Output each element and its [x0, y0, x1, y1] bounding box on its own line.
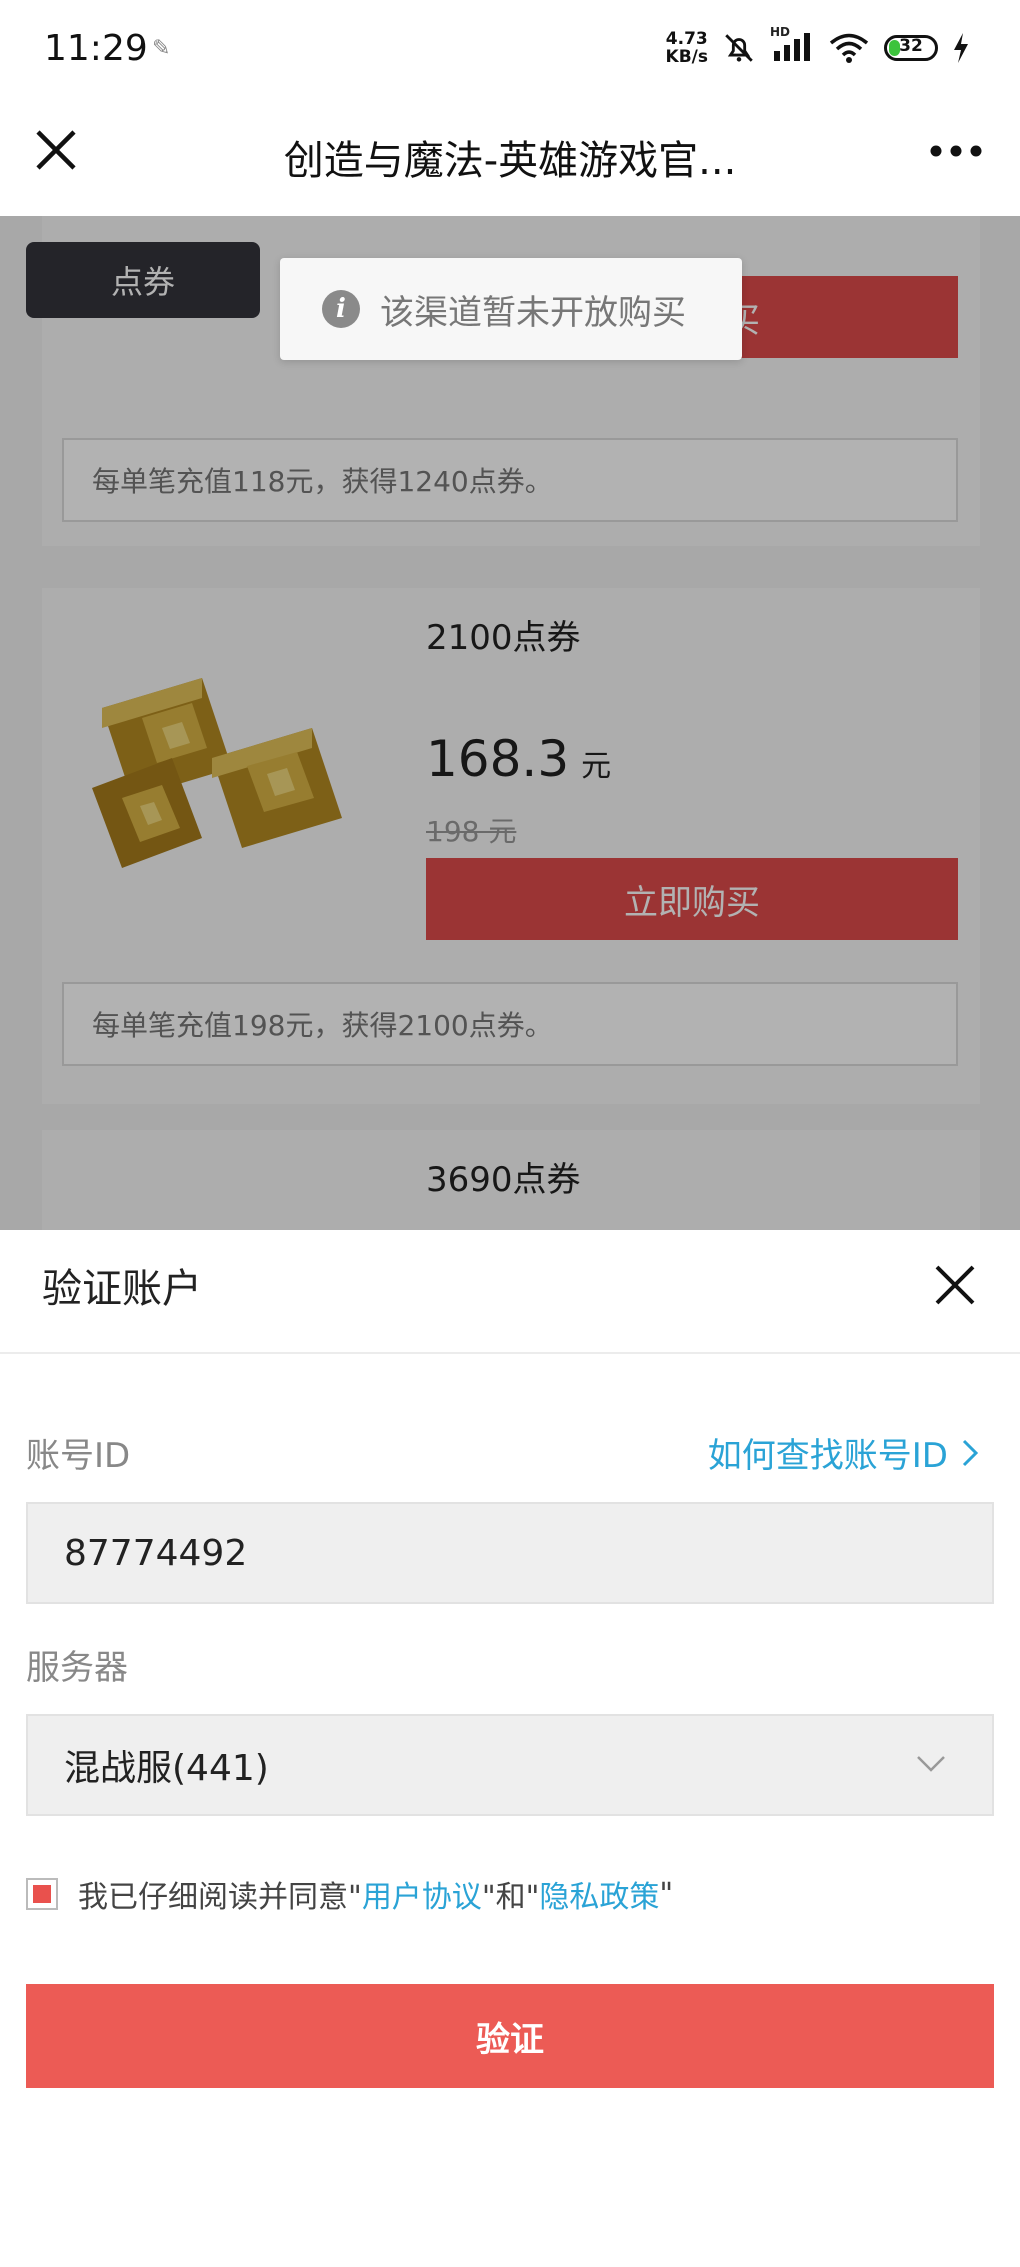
- sheet-header: 验证账户: [0, 1230, 1020, 1354]
- battery-percent: 32: [899, 36, 923, 56]
- cell-signal: HD: [770, 25, 814, 65]
- pen-icon: ✎: [152, 36, 171, 61]
- wifi-icon: [829, 33, 869, 63]
- agree-middle: "和": [481, 1880, 540, 1915]
- modal-overlay[interactable]: [0, 216, 1020, 1230]
- verify-button[interactable]: 验证: [26, 1984, 994, 2088]
- server-label: 服务器: [26, 1648, 128, 1688]
- account-id-input[interactable]: 87774492: [26, 1502, 994, 1604]
- verify-account-sheet: 验证账户 账号ID 如何查找账号ID 87774492 服务器 混战服(441)…: [0, 1230, 1020, 2267]
- sheet-title: 验证账户: [42, 1266, 202, 1312]
- agreement-row: 我已仔细阅读并同意" 用户协议 "和" 隐私政策 ": [26, 1872, 673, 1916]
- user-agreement-link[interactable]: 用户协议: [362, 1872, 482, 1916]
- account-id-label: 账号ID: [26, 1436, 131, 1476]
- title-bar: 创造与魔法-英雄游戏官...: [0, 100, 1020, 216]
- server-value: 混战服(441): [64, 1748, 269, 1789]
- toast-text: 该渠道暂未开放购买: [380, 292, 686, 333]
- battery-icon: 32: [884, 35, 938, 61]
- find-account-id-text[interactable]: 如何查找账号ID: [708, 1428, 948, 1477]
- bell-muted-icon: [725, 34, 753, 62]
- net-speed-value: 4.73: [665, 29, 708, 49]
- agree-checkbox[interactable]: [26, 1878, 58, 1910]
- toast-message: i 该渠道暂未开放购买: [280, 258, 742, 360]
- signal-hd-label: HD: [770, 25, 791, 39]
- server-select[interactable]: 混战服(441): [26, 1714, 994, 1816]
- net-speed-unit: KB/s: [665, 47, 708, 67]
- status-bar: 11:29 ✎ 4.73 KB/s HD 32: [0, 0, 1020, 100]
- find-account-id-link[interactable]: 如何查找账号ID: [708, 1428, 980, 1477]
- checkbox-checked-mark: [33, 1885, 51, 1903]
- chevron-right-icon: [962, 1439, 979, 1466]
- status-icons: 4.73 KB/s HD 32: [666, 25, 970, 66]
- page-title: 创造与魔法-英雄游戏官...: [283, 138, 737, 184]
- privacy-policy-link[interactable]: 隐私政策: [539, 1872, 659, 1916]
- more-icon[interactable]: [928, 136, 984, 166]
- network-speed: 4.73 KB/s: [666, 30, 708, 66]
- close-icon[interactable]: [930, 1260, 980, 1310]
- agree-suffix: ": [659, 1876, 674, 1912]
- store-background: 点券 立即购买 每单笔充值118元，获得1240点券。: [0, 216, 1020, 1230]
- status-time: 11:29: [44, 28, 148, 69]
- close-icon[interactable]: [32, 126, 80, 174]
- chevron-down-icon: [917, 1756, 945, 1772]
- agree-prefix: 我已仔细阅读并同意": [78, 1880, 362, 1915]
- account-id-value: 87774492: [64, 1532, 248, 1574]
- charging-icon: [954, 33, 968, 63]
- info-icon: i: [322, 290, 360, 328]
